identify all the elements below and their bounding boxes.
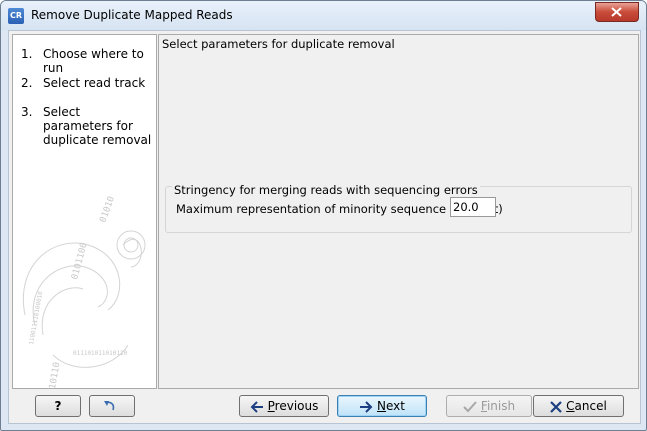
previous-label: revious — [274, 399, 319, 413]
parameters-panel: Select parameters for duplicate removal … — [158, 34, 639, 389]
minority-representation-input[interactable] — [450, 197, 496, 217]
wizard-steps-panel: 1. Choose where to run 2. Select read tr… — [12, 34, 157, 389]
decorative-binary-swirl-image: 01010 0101100 0110110 110011110100010 01… — [22, 195, 146, 389]
cancel-button[interactable]: Cancel — [533, 395, 624, 417]
previous-button[interactable]: Previous — [239, 395, 329, 417]
step-number: 2. — [21, 76, 33, 90]
cancel-x-icon — [550, 400, 562, 413]
close-button[interactable] — [595, 2, 639, 22]
help-button[interactable]: ? — [35, 395, 81, 417]
app-icon: CR — [8, 8, 24, 24]
dialog-body: 1. Choose where to run 2. Select read tr… — [8, 30, 641, 424]
window-title: Remove Duplicate Mapped Reads — [31, 8, 233, 22]
page-title: Select parameters for duplicate removal — [162, 37, 395, 51]
cancel-label: ancel — [574, 399, 607, 413]
step-label: Select read track — [43, 76, 146, 90]
help-label: ? — [54, 399, 62, 413]
reset-icon — [104, 400, 115, 410]
step-label: Select parameters for duplicate removal — [43, 105, 152, 147]
arrow-left-icon — [250, 400, 263, 413]
previous-mnemonic: P — [267, 399, 275, 413]
reset-button[interactable] — [89, 395, 135, 417]
cancel-mnemonic: C — [566, 399, 575, 413]
step-label: Choose where to run — [43, 47, 144, 75]
svg-text:110011110100010: 110011110100010 — [28, 290, 44, 345]
finish-label: inish — [486, 399, 516, 413]
step-number: 1. — [21, 47, 33, 61]
title-bar[interactable]: CR Remove Duplicate Mapped Reads — [1, 1, 646, 30]
step-number: 3. — [21, 105, 33, 119]
next-button[interactable]: Next — [337, 395, 427, 417]
close-icon — [611, 7, 622, 17]
svg-text:0101100: 0101100 — [70, 242, 89, 281]
checkmark-icon — [463, 400, 477, 412]
next-label: ext — [386, 399, 405, 413]
svg-text:011101011010110: 011101011010110 — [73, 350, 128, 357]
next-mnemonic: N — [377, 399, 386, 413]
svg-text:0110110: 0110110 — [46, 361, 62, 389]
arrow-right-icon — [360, 400, 373, 413]
dialog-window: CR Remove Duplicate Mapped Reads 1. Choo… — [0, 0, 647, 431]
finish-button[interactable]: Finish — [446, 395, 532, 417]
stringency-group: Stringency for merging reads with sequen… — [165, 183, 632, 233]
group-title: Stringency for merging reads with sequen… — [172, 183, 480, 197]
svg-text:01010: 01010 — [98, 195, 117, 224]
